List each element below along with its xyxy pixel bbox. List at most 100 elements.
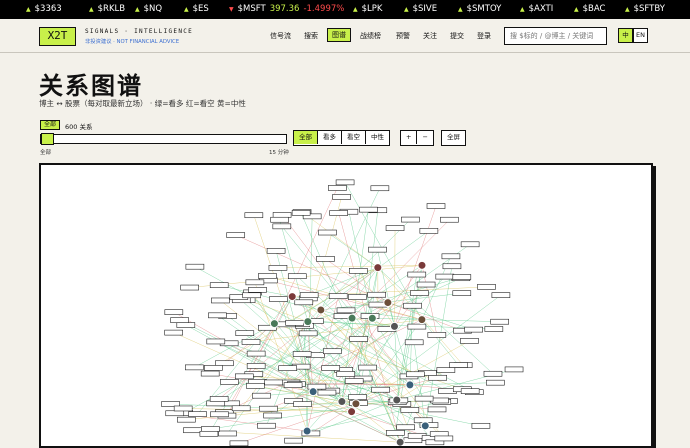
stock-node[interactable] xyxy=(406,372,424,377)
ticker-item[interactable]: ▼$MSFT397.36-1.4997% xyxy=(229,4,344,14)
stock-node[interactable] xyxy=(265,380,283,385)
blogger-avatar-node[interactable] xyxy=(368,314,376,322)
stock-node[interactable] xyxy=(328,185,346,190)
stock-node[interactable] xyxy=(460,338,478,343)
stock-node[interactable] xyxy=(293,352,311,357)
stock-node[interactable] xyxy=(345,378,363,383)
stock-node[interactable] xyxy=(404,303,422,308)
blogger-avatar-node[interactable] xyxy=(317,306,325,314)
search-input[interactable]: 搜 $标的 / @博主 / 关键词 xyxy=(504,27,607,45)
stock-node[interactable] xyxy=(219,431,237,436)
stock-node[interactable] xyxy=(428,332,446,337)
stock-node[interactable] xyxy=(427,204,445,209)
stock-node[interactable] xyxy=(437,368,455,373)
stock-node[interactable] xyxy=(207,339,225,344)
stock-node[interactable] xyxy=(337,371,355,376)
stock-node[interactable] xyxy=(472,423,490,428)
ticker-item[interactable]: ▲$NQ xyxy=(135,4,162,14)
stock-node[interactable] xyxy=(349,268,367,273)
stock-node[interactable] xyxy=(171,318,189,323)
blogger-avatar-node[interactable] xyxy=(396,438,404,446)
stock-node[interactable] xyxy=(477,284,495,289)
stock-node[interactable] xyxy=(300,293,318,298)
zoom-out-button[interactable]: − xyxy=(417,131,432,144)
filter-all-button[interactable]: 全部 xyxy=(294,131,318,144)
stock-node[interactable] xyxy=(349,395,367,400)
stock-node[interactable] xyxy=(397,425,415,430)
stock-node[interactable] xyxy=(246,280,264,285)
stock-node[interactable] xyxy=(408,272,426,277)
stock-node[interactable] xyxy=(183,428,201,433)
stock-node[interactable] xyxy=(201,427,219,432)
stock-node[interactable] xyxy=(405,340,423,345)
stock-node[interactable] xyxy=(329,294,347,299)
ticker-item[interactable]: ▲$SMTOY xyxy=(458,4,501,14)
stock-node[interactable] xyxy=(330,210,348,215)
stock-node[interactable] xyxy=(252,393,270,398)
stock-node[interactable] xyxy=(257,423,275,428)
stock-node[interactable] xyxy=(417,282,435,287)
stock-node[interactable] xyxy=(436,274,454,279)
filter-bear-button[interactable]: 看空 xyxy=(342,131,366,144)
stock-node[interactable] xyxy=(258,273,276,278)
stock-node[interactable] xyxy=(492,293,510,298)
stock-node[interactable] xyxy=(435,436,453,441)
stock-node[interactable] xyxy=(408,324,426,329)
stock-node[interactable] xyxy=(461,389,479,394)
stock-node[interactable] xyxy=(428,407,446,412)
time-range-slider[interactable] xyxy=(40,134,287,144)
blogger-avatar-node[interactable] xyxy=(288,293,296,301)
logo[interactable]: X2T xyxy=(39,27,76,46)
relation-graph-canvas[interactable] xyxy=(39,163,653,448)
stock-node[interactable] xyxy=(232,406,250,411)
ticker-item[interactable]: ▲$RKLB xyxy=(89,4,125,14)
stock-node[interactable] xyxy=(484,371,502,376)
stock-node[interactable] xyxy=(177,322,195,327)
nav-follow[interactable]: 关注 xyxy=(423,31,437,41)
stock-node[interactable] xyxy=(316,256,334,261)
stock-node[interactable] xyxy=(461,242,479,247)
stock-node[interactable] xyxy=(235,374,253,379)
stock-node[interactable] xyxy=(247,363,265,368)
ticker-item[interactable]: ▲$LPK xyxy=(353,4,382,14)
filter-neutral-button[interactable]: 中性 xyxy=(366,131,389,144)
stock-node[interactable] xyxy=(165,310,183,315)
stock-node[interactable] xyxy=(429,375,447,380)
ticker-item[interactable]: ▲$ES xyxy=(184,4,209,14)
stock-node[interactable] xyxy=(247,351,265,356)
stock-node[interactable] xyxy=(371,186,389,191)
stock-node[interactable] xyxy=(243,293,261,298)
lang-zh-button[interactable]: 中 xyxy=(618,28,633,43)
stock-node[interactable] xyxy=(248,287,266,292)
stock-node[interactable] xyxy=(204,365,222,370)
stock-node[interactable] xyxy=(505,367,523,372)
stock-node[interactable] xyxy=(286,320,304,325)
stock-node[interactable] xyxy=(200,431,218,436)
stock-node[interactable] xyxy=(372,387,390,392)
stock-node[interactable] xyxy=(288,274,306,279)
filter-bull-button[interactable]: 看多 xyxy=(318,131,342,144)
stock-node[interactable] xyxy=(227,233,245,238)
blogger-avatar-node[interactable] xyxy=(418,261,426,269)
nav-signal-feed[interactable]: 信号流 xyxy=(270,31,291,41)
stock-node[interactable] xyxy=(299,331,317,336)
stock-node[interactable] xyxy=(242,339,260,344)
ticker-item[interactable]: ▲$3363 xyxy=(26,4,62,14)
slider-thumb[interactable] xyxy=(41,133,54,145)
stock-node[interactable] xyxy=(368,247,386,252)
fullscreen-button[interactable]: 全屏 xyxy=(442,131,465,144)
stock-node[interactable] xyxy=(220,379,238,384)
nav-graph[interactable]: 图谱 xyxy=(327,28,351,42)
stock-node[interactable] xyxy=(485,326,503,331)
stock-node[interactable] xyxy=(285,438,303,443)
stock-node[interactable] xyxy=(386,226,404,231)
stock-node[interactable] xyxy=(259,406,277,411)
stock-node[interactable] xyxy=(443,264,461,269)
graph-svg[interactable] xyxy=(41,165,653,448)
nav-leaderboard[interactable]: 战绩榜 xyxy=(360,31,381,41)
blogger-avatar-node[interactable] xyxy=(303,427,311,435)
stock-node[interactable] xyxy=(245,213,263,218)
stock-node[interactable] xyxy=(415,396,433,401)
stock-node[interactable] xyxy=(267,248,285,253)
stock-node[interactable] xyxy=(491,319,509,324)
